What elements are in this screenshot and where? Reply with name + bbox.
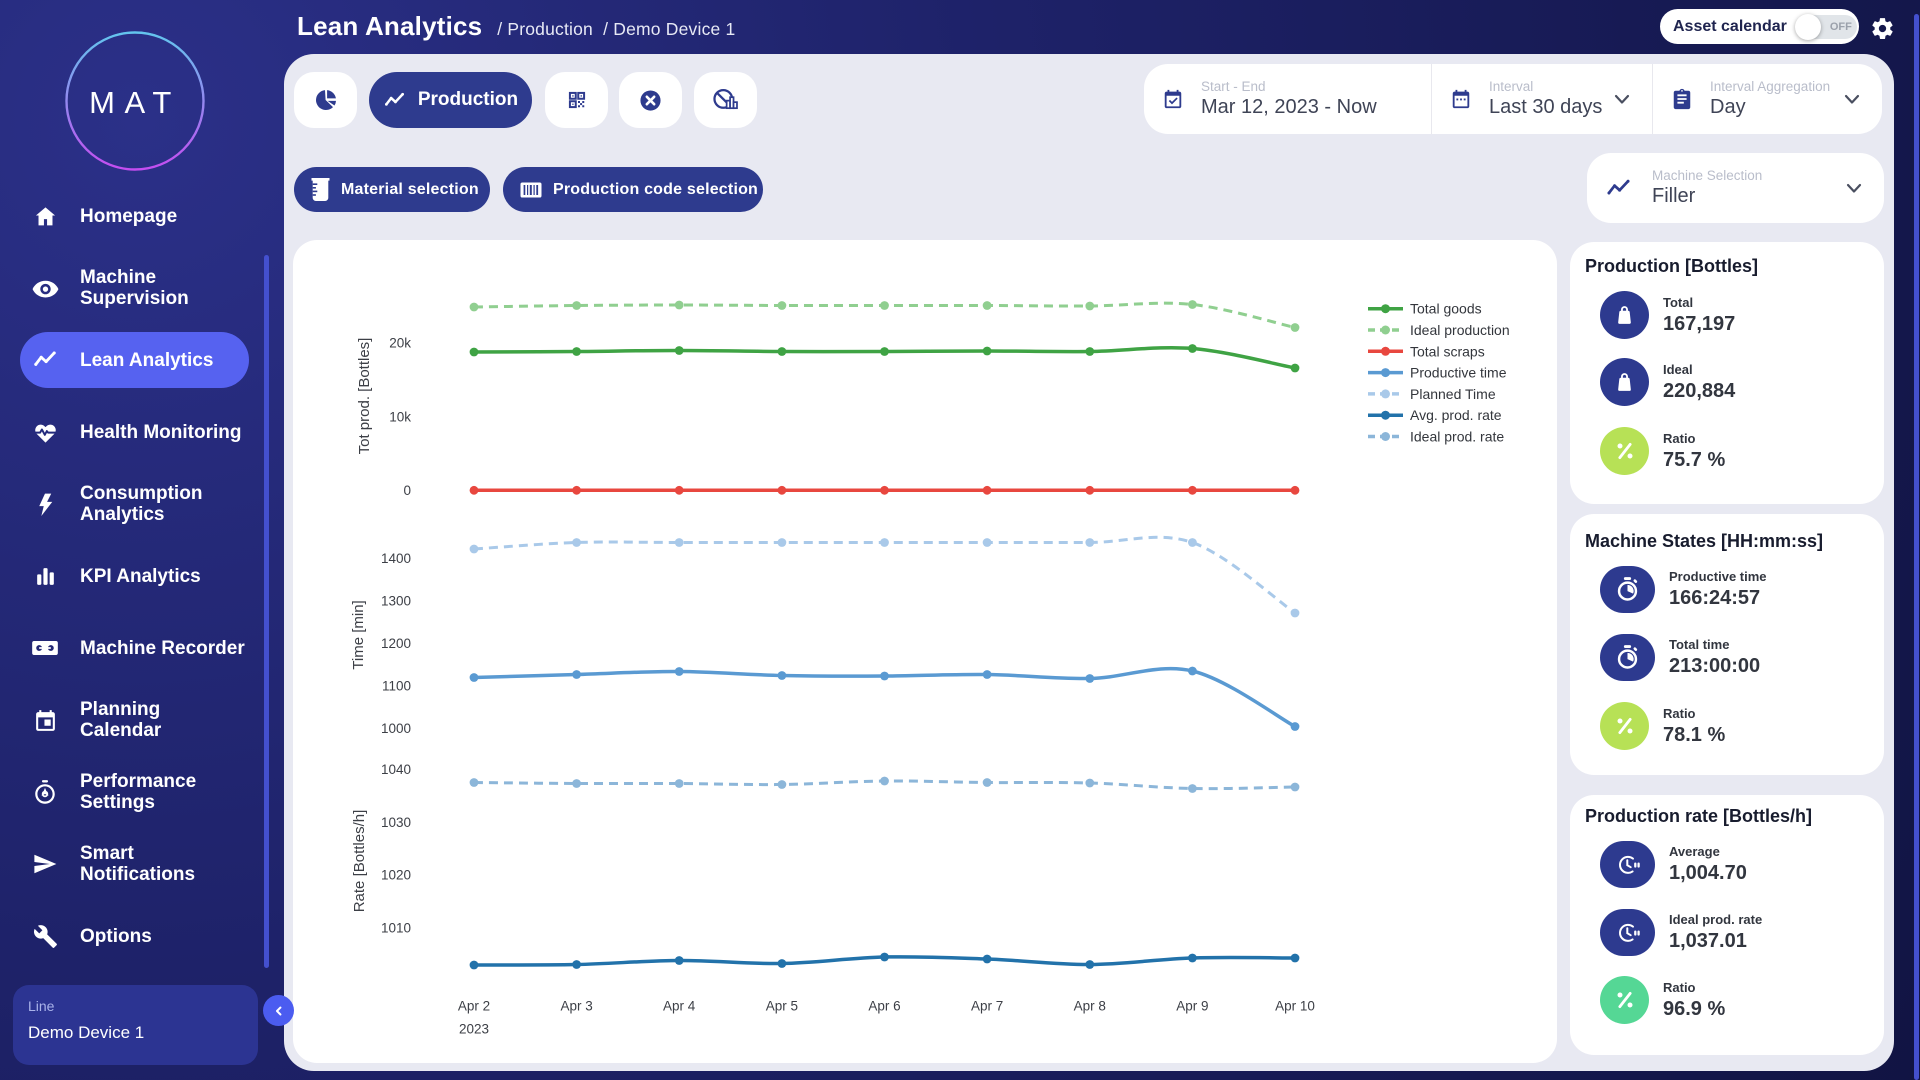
svg-text:Apr 6: Apr 6 (868, 999, 900, 1014)
svg-text:Apr 4: Apr 4 (663, 999, 696, 1014)
svg-text:20k: 20k (389, 336, 411, 351)
svg-text:Total goods: Total goods (1410, 301, 1482, 317)
svg-text:Apr 5: Apr 5 (766, 999, 798, 1014)
svg-text:Time [min]: Time [min] (350, 600, 367, 669)
svg-text:0: 0 (403, 483, 411, 498)
svg-text:Rate [Bottles/h]: Rate [Bottles/h] (351, 810, 368, 913)
svg-text:1300: 1300 (381, 594, 411, 609)
svg-text:1030: 1030 (381, 815, 411, 830)
svg-text:Ideal prod. rate: Ideal prod. rate (1410, 429, 1504, 445)
svg-text:Tot prod. [Bottles]: Tot prod. [Bottles] (356, 338, 373, 455)
svg-text:1400: 1400 (381, 551, 411, 566)
svg-text:1020: 1020 (381, 868, 411, 883)
svg-text:Apr 8: Apr 8 (1074, 999, 1106, 1014)
svg-text:Avg. prod. rate: Avg. prod. rate (1410, 407, 1502, 423)
svg-text:Ideal production: Ideal production (1410, 322, 1510, 338)
svg-text:1200: 1200 (381, 636, 411, 651)
svg-text:10k: 10k (389, 410, 411, 425)
svg-text:Apr 3: Apr 3 (560, 999, 592, 1014)
svg-text:Planned Time: Planned Time (1410, 386, 1496, 402)
svg-text:Total scraps: Total scraps (1410, 343, 1485, 359)
svg-text:Apr 7: Apr 7 (971, 999, 1003, 1014)
svg-text:Apr 10: Apr 10 (1275, 999, 1315, 1014)
svg-text:1000: 1000 (381, 721, 411, 736)
svg-text:2023: 2023 (459, 1022, 489, 1037)
svg-text:Apr 2: Apr 2 (458, 999, 490, 1014)
svg-text:1100: 1100 (382, 679, 411, 694)
svg-text:1010: 1010 (381, 920, 411, 935)
svg-text:Productive time: Productive time (1410, 365, 1507, 381)
svg-text:1040: 1040 (381, 762, 411, 777)
svg-text:Apr 9: Apr 9 (1176, 999, 1208, 1014)
